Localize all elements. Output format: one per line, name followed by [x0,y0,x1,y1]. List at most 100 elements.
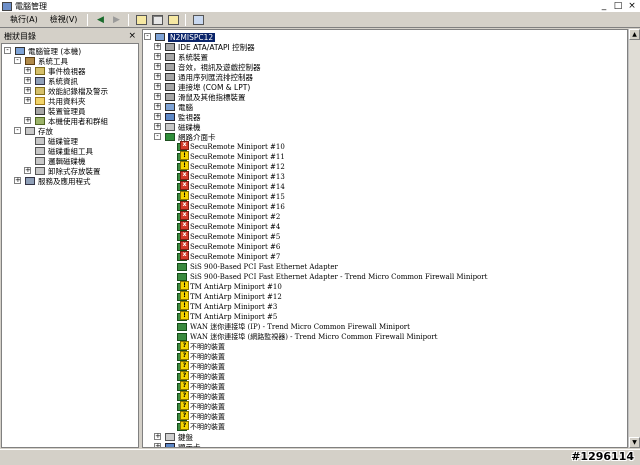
vertical-scrollbar[interactable]: ▲ ▼ [628,29,640,448]
expand-icon[interactable]: + [14,177,21,184]
collapse-icon[interactable]: - [14,127,21,134]
expand-icon[interactable]: + [154,113,161,120]
keyboard-icon [165,433,175,441]
device-category[interactable]: + 系統裝置 [154,52,208,62]
tree-item-label: SecuRemote Miniport #16 [190,203,285,211]
expand-icon[interactable]: + [154,73,161,80]
expand-icon[interactable]: + [154,83,161,90]
toolbar-separator [185,13,187,26]
device-category[interactable]: + IDE ATA/ATAPI 控制器 [154,42,255,52]
tree-tab-bar: 樹狀目錄 × [0,29,139,43]
network-adapter-item[interactable]: WAN 迷你連接埠 (IP) - Trend Micro Common Fire… [177,322,410,332]
network-adapter-item[interactable]: SecuRemote Miniport #10 [177,141,285,152]
expand-icon[interactable]: + [154,43,161,50]
collapse-icon[interactable]: - [144,33,151,40]
expand-icon[interactable]: + [154,53,161,60]
minimize-button[interactable]: _ [599,1,609,11]
network-adapter-item[interactable]: SecuRemote Miniport #13 [177,171,285,182]
scroll-up-icon[interactable]: ▲ [629,29,640,40]
network-adapter-item[interactable]: SiS 900-Based PCI Fast Ethernet Adapter … [177,272,487,282]
device-category[interactable]: + 滑鼠及其他指標裝置 [154,92,246,102]
tools-icon [25,57,35,65]
menu-action[interactable]: 執行(A) [0,14,44,25]
device-category[interactable]: + 顯示卡 [154,442,201,447]
network-adapter-item[interactable]: TM AntiArp Miniport #10 [177,281,282,292]
network-adapter-item[interactable]: SecuRemote Miniport #4 [177,221,280,232]
console-tree-item[interactable]: 邏輯磁碟機 [35,156,86,166]
network-adapter-item[interactable]: SecuRemote Miniport #15 [177,191,285,202]
network-adapter-item[interactable]: SecuRemote Miniport #7 [177,251,280,262]
network-adapter-item[interactable]: SiS 900-Based PCI Fast Ethernet Adapter [177,262,338,272]
forward-arrow-icon[interactable]: ▶ [109,14,123,26]
console-tree-item[interactable]: - 系統工具 [14,56,68,66]
expand-icon[interactable]: + [154,103,161,110]
console-tree-item[interactable]: - 存放 [14,126,53,136]
expand-icon[interactable]: + [154,93,161,100]
device-category[interactable]: + 磁碟機 [154,122,201,132]
network-adapter-item[interactable]: SecuRemote Miniport #11 [177,151,285,162]
close-button[interactable]: × [627,1,637,11]
network-adapter-item[interactable]: TM AntiArp Miniport #12 [177,291,282,302]
expand-icon[interactable]: + [24,77,31,84]
console-tree-item[interactable]: 磁碟重組工具 [35,146,93,156]
expand-icon[interactable]: + [154,433,161,440]
device-category[interactable]: + 電腦 [154,102,193,112]
device-category[interactable]: + 鍵盤 [154,432,193,442]
properties-button[interactable] [191,14,205,26]
expand-icon[interactable]: + [24,67,31,74]
console-tree-item[interactable]: - 電腦管理 (本機) [4,46,81,56]
show-tree-button[interactable] [150,14,164,26]
console-tree-item[interactable]: + 效能記錄檔及警示 [24,86,108,96]
device-category[interactable]: + 連接埠 (COM & LPT) [154,82,250,92]
console-tree-item[interactable]: + 系統資訊 [24,76,78,86]
console-tree-item[interactable]: 裝置管理員 [35,106,86,116]
title-bar: 電腦管理 _ □ × [0,0,640,12]
device-category[interactable]: + 音效，視訊及遊戲控制器 [154,62,261,72]
network-adapter-item[interactable]: SecuRemote Miniport #6 [177,241,280,252]
computer-icon [15,47,25,55]
expand-icon[interactable]: + [24,87,31,94]
network-adapter-item[interactable]: SecuRemote Miniport #2 [177,211,280,222]
close-pane-icon[interactable]: × [128,31,136,41]
network-adapter-item[interactable]: SecuRemote Miniport #16 [177,201,285,212]
console-tree-item[interactable]: 磁碟管理 [35,136,78,146]
console-tree-item[interactable]: + 服務及應用程式 [14,176,91,186]
menu-view[interactable]: 檢視(V) [44,14,84,25]
computer-management-icon [2,1,12,11]
device-category[interactable]: - 網路介面卡 [154,132,216,142]
expand-icon[interactable]: + [24,167,31,174]
network-adapter-item[interactable]: SecuRemote Miniport #5 [177,231,280,242]
device-tree-pane[interactable]: - N2MISPC12 + IDE ATA/ATAPI 控制器 + 系統裝置 + 音效，視訊及… [142,29,628,448]
console-tree-item[interactable]: + 卸除式存放裝置 [24,166,101,176]
console-tree-item[interactable]: + 本機使用者和群組 [24,116,108,126]
expand-icon[interactable]: + [154,123,161,130]
expand-icon[interactable]: + [24,97,31,104]
up-folder-button[interactable] [134,14,148,26]
collapse-icon[interactable]: - [14,57,21,64]
console-tree-item[interactable]: + 共用資料夾 [24,96,86,106]
tree-tab[interactable]: 樹狀目錄 [4,31,36,42]
network-adapter-icon [177,231,189,241]
network-adapter-item[interactable]: WAN 迷你連接埠 (網路監視器) - Trend Micro Common F… [177,332,438,342]
device-tree-root[interactable]: - N2MISPC12 [144,32,216,42]
network-adapter-item[interactable]: 不明的裝置 [177,421,225,432]
network-adapter-item[interactable]: TM AntiArp Miniport #5 [177,311,277,322]
expand-icon[interactable]: + [154,63,161,70]
scroll-down-icon[interactable]: ▼ [629,437,640,448]
expand-icon[interactable]: + [24,117,31,124]
maximize-button[interactable]: □ [613,1,623,11]
expand-icon[interactable]: + [154,443,161,447]
network-adapter-item[interactable]: SecuRemote Miniport #14 [177,181,285,192]
console-tree-item[interactable]: + 事件檢視器 [24,66,86,76]
collapse-icon[interactable]: - [154,133,161,140]
disk-icon [35,157,45,165]
device-category[interactable]: + 通用序列匯流排控制器 [154,72,253,82]
console-tree-pane[interactable]: - 電腦管理 (本機) - 系統工具 + 事件檢視器 + 系統資訊 + 效能記錄檔及警示 + 共用資料… [1,43,139,448]
network-adapter-item[interactable]: SecuRemote Miniport #12 [177,161,285,172]
collapse-icon[interactable]: - [4,47,11,54]
back-arrow-icon[interactable]: ◀ [93,14,107,26]
help-button[interactable] [166,14,180,26]
network-adapter-icon [177,333,187,341]
network-adapter-item[interactable]: TM AntiArp Miniport #3 [177,301,277,312]
device-category[interactable]: + 監視器 [154,112,201,122]
